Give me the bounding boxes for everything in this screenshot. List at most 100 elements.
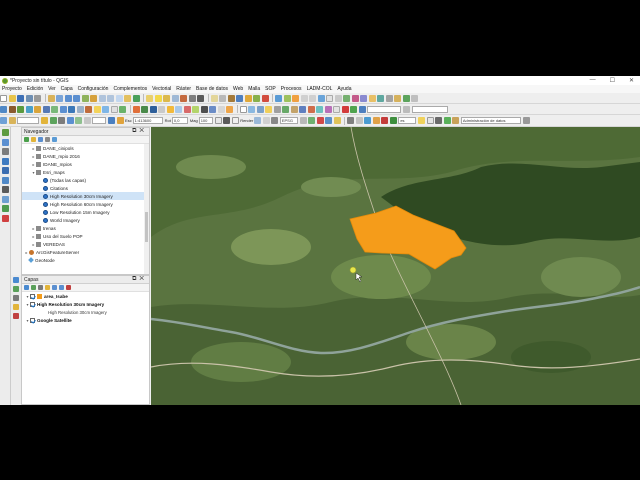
advanced-digitize-icon[interactable] bbox=[317, 94, 325, 102]
messages-icon[interactable] bbox=[262, 117, 270, 124]
layer-style-icon[interactable] bbox=[24, 285, 29, 290]
navigator-item[interactable]: ▸ ArcGisFeatureServer bbox=[22, 248, 149, 256]
remove-layer-icon[interactable] bbox=[66, 285, 71, 290]
filter-icon[interactable] bbox=[31, 137, 36, 142]
add-mssql-side-icon[interactable] bbox=[2, 176, 9, 184]
plugin-6-icon[interactable] bbox=[175, 105, 182, 113]
topology-icon[interactable] bbox=[334, 94, 342, 102]
add-postgis-side-icon[interactable] bbox=[2, 167, 9, 174]
tracing-icon[interactable] bbox=[116, 117, 124, 124]
scale-input[interactable]: 1:413600 bbox=[132, 117, 163, 124]
open-project-icon[interactable] bbox=[8, 94, 16, 102]
plugin-14-icon[interactable] bbox=[248, 105, 255, 113]
plugin-11-icon[interactable] bbox=[217, 105, 225, 113]
pan-icon[interactable] bbox=[47, 94, 55, 102]
map-canvas[interactable] bbox=[151, 127, 640, 405]
navigator-item[interactable]: ▸ DANE_cinipols bbox=[22, 144, 149, 152]
saga-icon[interactable] bbox=[149, 105, 157, 113]
add-delimited-icon[interactable] bbox=[34, 105, 41, 113]
add-wfs-side-icon[interactable] bbox=[2, 205, 9, 212]
plugin-17-icon[interactable] bbox=[273, 105, 281, 113]
data-source-manager-icon[interactable] bbox=[0, 105, 7, 113]
add-wms-side-icon[interactable] bbox=[2, 195, 9, 203]
menu-ver[interactable]: Ver bbox=[48, 86, 56, 92]
layer-filter-input[interactable] bbox=[17, 117, 39, 124]
save-as-icon[interactable] bbox=[25, 94, 33, 102]
coordinate-icon[interactable] bbox=[66, 117, 74, 124]
navigator-item[interactable]: World Imagery bbox=[22, 216, 149, 224]
georef-icon[interactable] bbox=[368, 94, 376, 102]
magnifier-input[interactable]: 100 bbox=[198, 117, 213, 124]
lang-input[interactable]: es bbox=[398, 117, 417, 124]
add-wms-icon[interactable] bbox=[59, 105, 67, 113]
menu-vectorial[interactable]: Vectorial bbox=[152, 86, 171, 92]
menu-base-de-datos[interactable]: Base de datos bbox=[196, 86, 228, 92]
plugin-13-icon[interactable] bbox=[239, 105, 247, 113]
minimize-button[interactable]: — bbox=[590, 77, 596, 84]
menu-sop[interactable]: SOP bbox=[265, 86, 276, 92]
collapse-all-icon[interactable] bbox=[59, 285, 64, 290]
remove-layer-icon[interactable] bbox=[12, 313, 19, 319]
plugin-icon[interactable] bbox=[244, 94, 252, 102]
zoom-to-layer-icon[interactable] bbox=[90, 94, 97, 102]
plugin-10-icon[interactable] bbox=[209, 105, 216, 113]
plugin-21-icon[interactable] bbox=[307, 105, 315, 113]
layer-row[interactable]: ▾ area_Isabe bbox=[22, 292, 149, 300]
plugin-icon-3[interactable] bbox=[261, 94, 269, 102]
menu-malla[interactable]: Malla bbox=[248, 86, 260, 92]
navigator-item[interactable]: ▾ Esri_maps bbox=[22, 168, 149, 176]
menu-complementos[interactable]: Complementos bbox=[113, 86, 147, 92]
add-spatialite-icon[interactable] bbox=[51, 105, 58, 113]
new-temp-layer-icon[interactable] bbox=[110, 105, 118, 113]
db-manager-icon[interactable] bbox=[394, 94, 401, 102]
print-layout-icon[interactable] bbox=[34, 94, 41, 102]
navigator-item[interactable]: (Todas las capas) bbox=[22, 176, 149, 184]
snap-icon[interactable] bbox=[108, 117, 115, 124]
plugin-45-icon[interactable] bbox=[452, 117, 460, 124]
coord-input[interactable] bbox=[92, 117, 106, 124]
scrollbar-thumb[interactable] bbox=[145, 212, 148, 242]
identify-icon[interactable] bbox=[146, 94, 153, 102]
new-virtual-layer-icon[interactable] bbox=[119, 105, 126, 113]
new-geopackage-icon[interactable] bbox=[102, 105, 109, 113]
pan-to-selection-icon[interactable] bbox=[56, 94, 63, 102]
plugin-30-icon[interactable] bbox=[299, 117, 307, 124]
attribute-table-icon[interactable] bbox=[171, 94, 179, 102]
plugin-38-icon[interactable] bbox=[372, 117, 380, 124]
help-icon[interactable] bbox=[411, 94, 418, 102]
plugin-43-icon[interactable] bbox=[435, 117, 443, 124]
plugin-5-icon[interactable] bbox=[166, 105, 174, 113]
python-console-icon[interactable] bbox=[227, 94, 235, 102]
processing-toolbox-icon[interactable] bbox=[236, 94, 243, 102]
menu-procesos[interactable]: Procesos bbox=[281, 86, 302, 92]
add-wfs-icon[interactable] bbox=[76, 105, 84, 113]
profile-combo[interactable]: Administración de datos bbox=[460, 117, 521, 124]
osm-icon[interactable] bbox=[402, 94, 410, 102]
zoom-out-icon[interactable] bbox=[73, 94, 80, 102]
refresh-icon[interactable] bbox=[24, 137, 29, 142]
plugin-8-icon[interactable] bbox=[192, 105, 199, 113]
new-shapefile-icon[interactable] bbox=[93, 105, 101, 113]
navigator-item[interactable]: Low Resolution 15m Imagery bbox=[22, 208, 149, 216]
gps-icon[interactable] bbox=[385, 94, 393, 102]
expression-icon[interactable] bbox=[49, 117, 57, 124]
plugin-20-icon[interactable] bbox=[299, 105, 306, 113]
plugin-41-icon[interactable] bbox=[418, 117, 426, 124]
plugin-33-icon[interactable] bbox=[325, 117, 333, 124]
add-vector-icon[interactable] bbox=[17, 105, 24, 113]
maximize-button[interactable]: ☐ bbox=[610, 77, 615, 84]
plugin-28-icon[interactable] bbox=[403, 105, 410, 113]
epsg-input[interactable]: EPSG bbox=[279, 117, 298, 124]
rotation-input[interactable]: 0,0 bbox=[171, 117, 188, 124]
plugin-26-icon[interactable] bbox=[350, 105, 357, 113]
toolbar-combo[interactable] bbox=[367, 105, 401, 113]
eye-icon[interactable] bbox=[38, 285, 43, 290]
navigator-item[interactable]: ▸ IDANE_mpios bbox=[22, 160, 149, 168]
navigator-item[interactable]: ▸ Uso del Suelo POP bbox=[22, 232, 149, 240]
menu-edicion[interactable]: Edición bbox=[27, 86, 43, 92]
expand-all-icon[interactable] bbox=[52, 285, 57, 290]
layer-visibility-checkbox[interactable] bbox=[30, 301, 35, 307]
layer-visibility-checkbox[interactable] bbox=[30, 317, 35, 323]
plugin-40-icon[interactable] bbox=[389, 117, 397, 124]
plugin-25-icon[interactable] bbox=[341, 105, 349, 113]
